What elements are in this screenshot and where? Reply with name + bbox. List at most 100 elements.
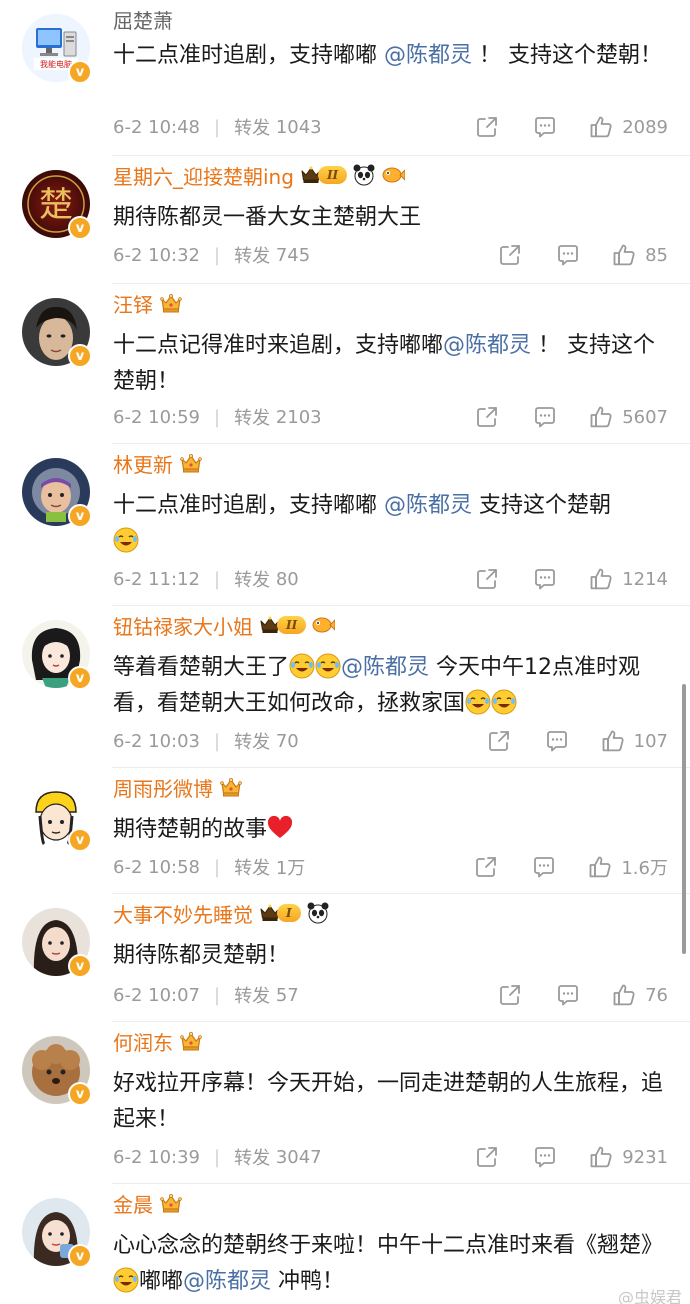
verified-v-icon: v [68,60,92,84]
like-count: 76 [645,984,668,1006]
avatar-caption: 我能电脑 [40,59,72,69]
comment-text: 十二点记得准时来追剧，支持嘟嘟@陈都灵 ！ 支持这个楚朝！ [113,328,673,400]
share-button[interactable] [497,242,523,268]
user-name[interactable]: 何润东 [113,1027,173,1056]
comment-button[interactable] [544,728,570,754]
share-icon [474,404,500,430]
comment-button[interactable] [531,854,557,880]
like-button[interactable]: 9231 [588,1144,668,1170]
separator: | [214,116,221,138]
comment-text: 期待楚朝的故事 [113,812,673,848]
like-button[interactable]: 107 [600,728,668,754]
level-badge: II [300,164,348,186]
user-name[interactable]: 星期六_迎接楚朝ing [113,161,294,190]
avatar[interactable]: v [22,908,92,978]
laughing-tears-emoji-icon [289,653,315,679]
like-icon [600,728,626,754]
share-button[interactable] [474,566,500,592]
like-button[interactable]: 1214 [588,566,668,592]
user-name[interactable]: 屈楚萧 [113,5,173,34]
comment-button[interactable] [532,404,558,430]
comment-button[interactable] [555,982,581,1008]
verified-v-icon: v [68,1244,92,1268]
repost-label: 转发 [234,1148,271,1169]
comment-button[interactable] [532,114,558,140]
mention-link[interactable]: @陈都灵 [443,333,531,358]
avatar[interactable]: v [22,782,92,852]
timestamp: 6-2 10:58 [113,856,200,878]
comment-text-part: 期待楚朝的故事 [113,817,268,842]
crown-icon [179,452,203,474]
repost-count: 57 [275,984,299,1006]
avatar[interactable]: 楚 v [22,170,92,240]
share-button[interactable] [474,404,500,430]
user-name-line: 星期六_迎接楚朝ing II [113,158,406,192]
avatar-caption: 楚 [39,185,73,225]
verified-v-icon: v [68,216,92,240]
user-name[interactable]: 林更新 [113,449,173,478]
repost-count: 80 [275,568,299,590]
timestamp: 6-2 10:48 [113,116,200,138]
avatar[interactable]: v [22,620,92,690]
repost-label: 转发 [234,858,271,879]
user-name[interactable]: 周雨彤微博 [113,773,213,802]
mention-link[interactable]: @陈都灵 [384,43,472,68]
comment-button[interactable] [555,242,581,268]
panda-icon [352,163,376,187]
mention-link[interactable]: @陈都灵 [341,655,429,680]
timestamp: 6-2 10:59 [113,406,200,428]
timestamp: 6-2 10:07 [113,984,200,1006]
user-name[interactable]: 金晨 [113,1189,153,1218]
mention-link[interactable]: @陈都灵 [183,1269,271,1294]
comment-item: v 林更新 十二点准时追剧，支持嘟嘟 @陈都灵 支持这个楚朝 6-2 11:12… [0,444,690,606]
avatar[interactable]: v [22,1198,92,1268]
comment-item: v 汪铎 十二点记得准时来追剧，支持嘟嘟@陈都灵 ！ 支持这个楚朝！ 6-2 1… [0,284,690,444]
comment-meta: 6-2 10:03 | 转发 70 107 [113,726,668,756]
share-icon [497,242,523,268]
separator: | [214,1146,221,1168]
user-name[interactable]: 大事不妙先睡觉 [113,899,253,928]
comment-item: 楚 v 星期六_迎接楚朝ing II 期待陈都灵一番大女主楚朝大王 6-2 10… [0,156,690,284]
like-button[interactable]: 76 [611,982,668,1008]
comment-text-part: 十二点记得准时来追剧，支持嘟嘟 [113,333,444,358]
like-button[interactable]: 5607 [588,404,668,430]
share-button[interactable] [497,982,523,1008]
like-button[interactable]: 85 [611,242,668,268]
share-button[interactable] [486,728,512,754]
avatar[interactable]: 我能电脑 v [22,14,92,84]
comment-text: 十二点准时追剧，支持嘟嘟 @陈都灵 ！ 支持这个楚朝！ [113,38,673,74]
verified-v-icon: v [68,828,92,852]
repost-label: 转发 [234,570,271,591]
like-count: 9231 [622,1146,668,1168]
comment-button[interactable] [532,566,558,592]
share-icon [474,114,500,140]
verified-v-icon: v [68,1082,92,1106]
repost-label: 转发 [234,118,271,139]
panda-icon [306,901,330,925]
crown-icon [159,292,183,314]
mention-link[interactable]: @陈都灵 [384,493,472,518]
share-button[interactable] [474,114,500,140]
repost-count: 1043 [275,116,322,138]
like-button[interactable]: 1.6万 [587,854,668,880]
share-icon [474,1144,500,1170]
avatar[interactable]: v [22,1036,92,1106]
comment-button[interactable] [532,1144,558,1170]
comment-meta: 6-2 10:32 | 转发 745 85 [113,240,668,270]
comment-meta: 6-2 10:59 | 转发 2103 5607 [113,402,668,432]
like-button[interactable]: 2089 [588,114,668,140]
repost-label: 转发 [234,732,271,753]
user-name[interactable]: 钮钴禄家大小姐 [113,611,253,640]
avatar[interactable]: v [22,458,92,528]
comment-item: v 周雨彤微博 期待楚朝的故事 6-2 10:58 | 转发 1万 1.6万 [0,768,690,894]
comment-text: 心心念念的楚朝终于来啦！中午十二点准时来看《翘楚》嘟嘟@陈都灵 冲鸭！ [113,1228,673,1300]
repost-count: 745 [275,244,311,266]
comment-icon [531,854,557,880]
share-button[interactable] [473,854,499,880]
user-name[interactable]: 汪铎 [113,289,153,318]
scrollbar[interactable] [682,684,686,954]
user-name-line: 林更新 [113,446,203,480]
separator: | [214,244,221,266]
avatar[interactable]: v [22,298,92,368]
share-button[interactable] [474,1144,500,1170]
